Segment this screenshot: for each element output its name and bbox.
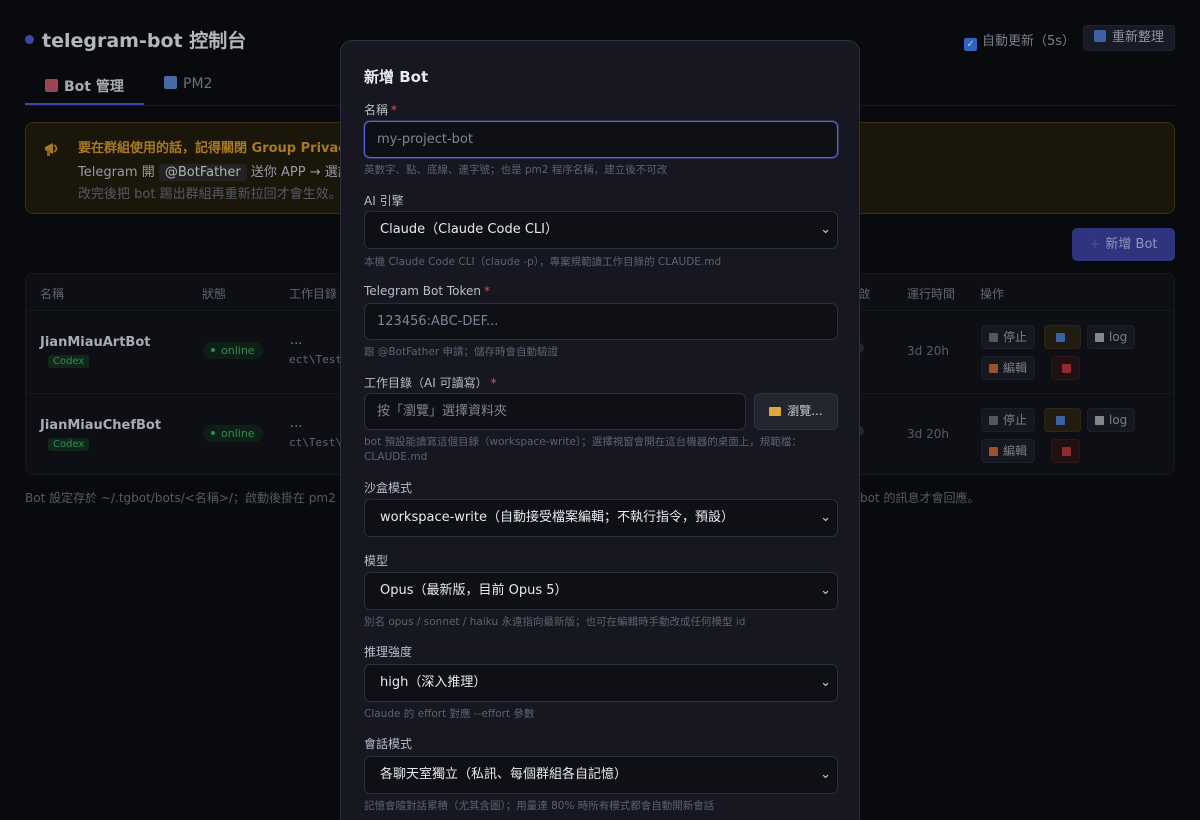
engine-help: 本機 Claude Code CLI（claude -p），專案規範讀工作目錄的… (364, 256, 722, 268)
engine-value: Claude（Claude Code CLI） (380, 222, 558, 237)
name-label-text: 名稱 (364, 103, 389, 117)
chevron-down-icon: ⌄ (820, 675, 831, 690)
engine-label: AI 引擎 (364, 194, 404, 208)
session-help: 記憶會隨對話累積（尤其含圖）；用量達 80% 時所有模式都會自動開新會話 (364, 800, 715, 812)
chevron-down-icon: ⌄ (820, 767, 831, 782)
effort-help: Claude 的 effort 對應 --effort 參數 (364, 708, 535, 720)
add-bot-dialog: 新增 Bot 名稱 * my-project-bot 英數字、點、底線、連字號；也… (340, 40, 860, 820)
dialog-title: 新增 Bot (364, 68, 429, 86)
browse-label: 瀏覽... (787, 404, 823, 418)
name-help: 英數字、點、底線、連字號；也是 pm2 程序名稱，建立後不可改 (364, 164, 668, 176)
token-help: 跟 @BotFather 申請；儲存時會自動驗證 (364, 346, 558, 358)
session-select[interactable]: 各聊天室獨立（私訊、每個群組各自記憶） ⌄ (364, 756, 838, 794)
model-select[interactable]: Opus（最新版，目前 Opus 5） ⌄ (364, 572, 838, 610)
bot-name-placeholder: my-project-bot (377, 132, 473, 147)
sandbox-value: workspace-write（自動接受檔案編輯；不執行指令，預設） (380, 510, 734, 525)
bot-name-input[interactable]: my-project-bot (364, 121, 838, 158)
required-marker: * (391, 103, 398, 117)
model-value: Opus（最新版，目前 Opus 5） (380, 583, 568, 598)
engine-select[interactable]: Claude（Claude Code CLI） ⌄ (364, 211, 838, 249)
chevron-down-icon: ⌄ (820, 583, 831, 598)
bot-token-input[interactable]: 123456:ABC-DEF... (364, 303, 838, 340)
workdir-label-text: 工作目錄（AI 可讀寫） (364, 376, 488, 390)
required-marker: * (490, 376, 497, 390)
sandbox-label: 沙盒模式 (364, 481, 413, 495)
folder-icon (769, 407, 782, 416)
model-label: 模型 (364, 554, 389, 568)
token-label: Telegram Bot Token * (364, 284, 490, 298)
sandbox-select[interactable]: workspace-write（自動接受檔案編輯；不執行指令，預設） ⌄ (364, 499, 838, 537)
model-help: 別名 opus / sonnet / haiku 永遠指向最新版；也可在編輯時手… (364, 616, 746, 628)
session-label: 會話模式 (364, 737, 413, 751)
chevron-down-icon: ⌄ (820, 510, 831, 525)
chevron-down-icon: ⌄ (820, 222, 831, 237)
bot-token-placeholder: 123456:ABC-DEF... (377, 314, 499, 329)
required-marker: * (484, 284, 491, 298)
workdir-help: bot 預設能讀寫這個目錄（workspace-write）；選擇視窗會開在這台… (364, 436, 802, 463)
workdir-label: 工作目錄（AI 可讀寫） * (364, 374, 497, 391)
session-value: 各聊天室獨立（私訊、每個群組各自記憶） (380, 767, 628, 782)
effort-value: high（深入推理） (380, 675, 487, 690)
token-label-text: Telegram Bot Token (364, 284, 482, 298)
effort-select[interactable]: high（深入推理） ⌄ (364, 664, 838, 702)
workdir-input[interactable]: 按「瀏覽」選擇資料夾 (364, 393, 746, 430)
browse-button[interactable]: 瀏覽... (754, 393, 838, 430)
effort-label: 推理強度 (364, 645, 413, 659)
workdir-placeholder: 按「瀏覽」選擇資料夾 (377, 404, 508, 419)
name-label: 名稱 * (364, 101, 397, 118)
